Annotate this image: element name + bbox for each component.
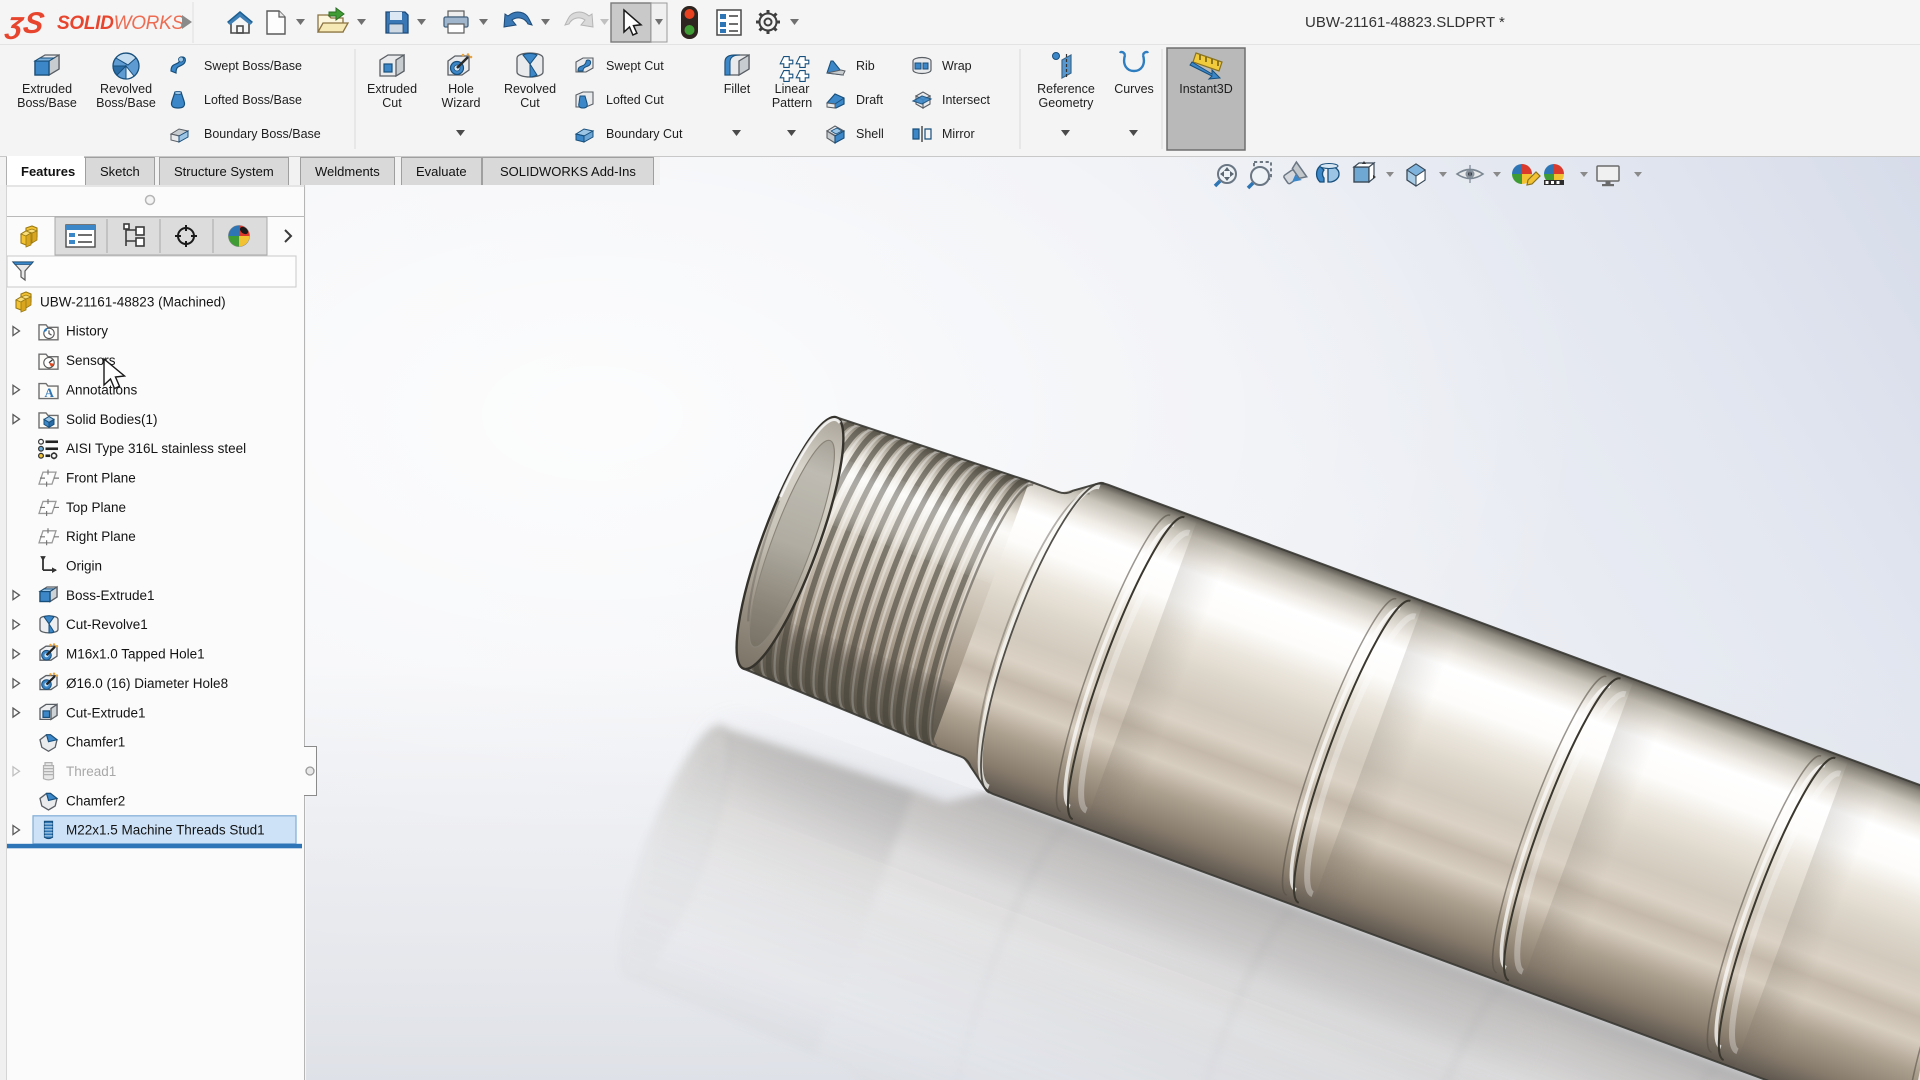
- svg-text:Boss/Base: Boss/Base: [96, 96, 156, 110]
- svg-text:Chamfer2: Chamfer2: [66, 793, 125, 808]
- svg-text:Intersect: Intersect: [942, 93, 990, 107]
- svg-text:Cut: Cut: [382, 96, 402, 110]
- svg-text:M22x1.5 Machine Threads Stud1: M22x1.5 Machine Threads Stud1: [66, 823, 265, 838]
- svg-text:Hole: Hole: [448, 82, 474, 96]
- svg-text:Fillet: Fillet: [724, 82, 751, 96]
- svg-text:Lofted Cut: Lofted Cut: [606, 93, 664, 107]
- svg-text:Cut: Cut: [520, 96, 540, 110]
- svg-text:Solid Bodies(1): Solid Bodies(1): [66, 412, 158, 427]
- svg-text:Cut-Revolve1: Cut-Revolve1: [66, 617, 148, 632]
- svg-text:Cut-Extrude1: Cut-Extrude1: [66, 705, 146, 720]
- svg-text:Lofted Boss/Base: Lofted Boss/Base: [204, 93, 302, 107]
- svg-text:Chamfer1: Chamfer1: [66, 735, 125, 750]
- svg-text:Boss/Base: Boss/Base: [17, 96, 77, 110]
- svg-text:Draft: Draft: [856, 93, 884, 107]
- svg-text:Instant3D: Instant3D: [1179, 82, 1233, 96]
- svg-text:ʒS: ʒS: [3, 7, 47, 40]
- svg-text:History: History: [66, 324, 108, 339]
- svg-text:Annotations: Annotations: [66, 382, 138, 397]
- svg-text:Boundary Boss/Base: Boundary Boss/Base: [204, 127, 321, 141]
- svg-text:A: A: [45, 385, 55, 400]
- svg-text:Extruded: Extruded: [22, 82, 72, 96]
- svg-text:UBW-21161-48823 (Machined): UBW-21161-48823 (Machined): [40, 294, 226, 309]
- svg-text:Wizard: Wizard: [442, 96, 481, 110]
- svg-text:Revolved: Revolved: [100, 82, 152, 96]
- svg-text:Linear: Linear: [775, 82, 810, 96]
- svg-text:Wrap: Wrap: [942, 59, 972, 73]
- svg-text:Right Plane: Right Plane: [66, 529, 136, 544]
- svg-text:Extruded: Extruded: [367, 82, 417, 96]
- svg-text:Thread1: Thread1: [66, 764, 116, 779]
- svg-text:SOLIDWORKS: SOLIDWORKS: [57, 13, 184, 34]
- svg-text:Rib: Rib: [856, 59, 875, 73]
- svg-text:Top Plane: Top Plane: [66, 500, 126, 515]
- svg-text:Mirror: Mirror: [942, 127, 975, 141]
- svg-text:Curves: Curves: [1114, 82, 1154, 96]
- svg-text:Origin: Origin: [66, 559, 102, 574]
- svg-text:Boss-Extrude1: Boss-Extrude1: [66, 588, 155, 603]
- svg-text:Swept Cut: Swept Cut: [606, 59, 664, 73]
- svg-text:Pattern: Pattern: [772, 96, 812, 110]
- svg-text:Revolved: Revolved: [504, 82, 556, 96]
- svg-text:AISI Type 316L stainless steel: AISI Type 316L stainless steel: [66, 441, 246, 456]
- svg-text:Ø16.0 (16) Diameter Hole8: Ø16.0 (16) Diameter Hole8: [66, 676, 228, 691]
- svg-text:Front Plane: Front Plane: [66, 470, 136, 485]
- svg-text:Shell: Shell: [856, 127, 884, 141]
- svg-text:Boundary Cut: Boundary Cut: [606, 127, 683, 141]
- svg-text:Reference: Reference: [1037, 82, 1095, 96]
- svg-text:M16x1.0 Tapped Hole1: M16x1.0 Tapped Hole1: [66, 647, 205, 662]
- svg-text:Geometry: Geometry: [1039, 96, 1095, 110]
- svg-text:Swept Boss/Base: Swept Boss/Base: [204, 59, 302, 73]
